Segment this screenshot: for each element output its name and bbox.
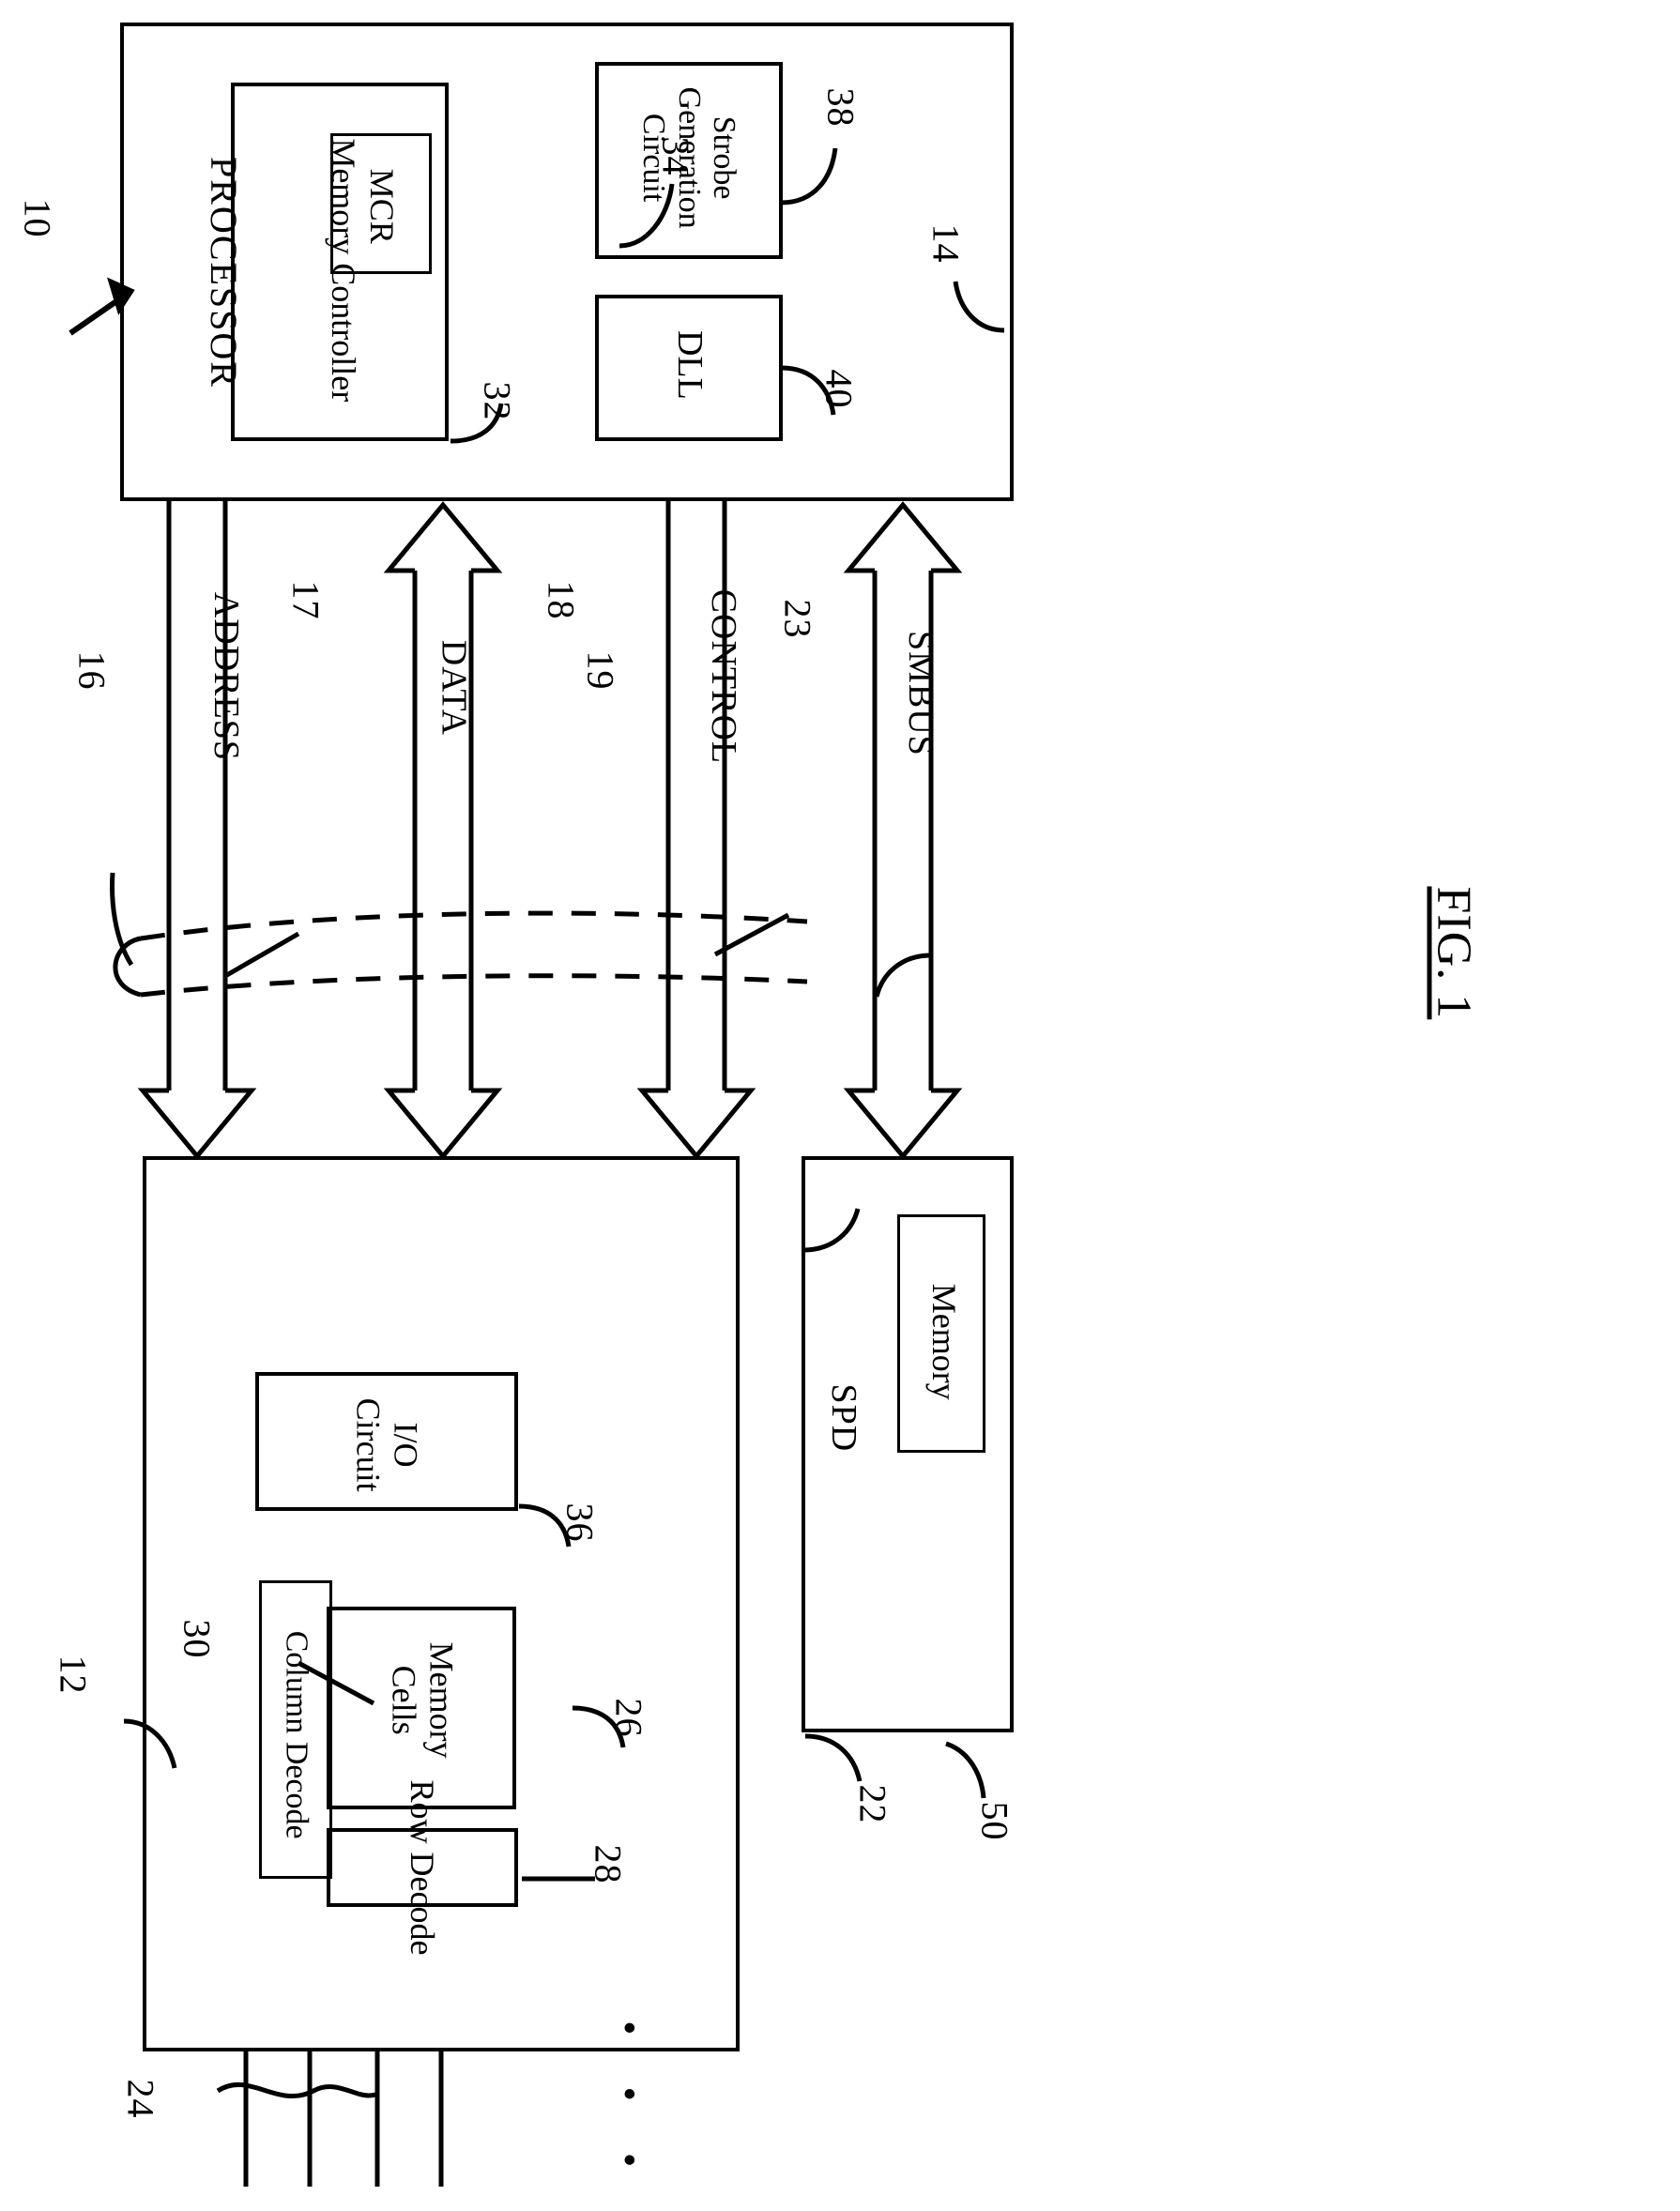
ref-26: 26 <box>607 1698 650 1738</box>
memory-device-ellipsis: • • • <box>606 2020 653 2188</box>
spd-label: SPD <box>823 1383 863 1453</box>
patent-figure-sheet: PROCESSOR 14 10 Memory Controller 32 MCR… <box>0 0 1680 2211</box>
ref-18: 18 <box>540 580 583 620</box>
ref-32: 32 <box>476 381 519 421</box>
mcr-label: MCR <box>362 168 401 244</box>
dll-label: DLL <box>669 329 710 400</box>
ref-36: 36 <box>558 1502 602 1543</box>
ref-10: 10 <box>16 198 59 238</box>
ref-12: 12 <box>52 1654 95 1695</box>
figure-title: FIG. 1 <box>1427 886 1481 1020</box>
ref-22: 22 <box>851 1784 894 1824</box>
ref-40: 40 <box>817 369 861 409</box>
column-decode-label: Column Decode <box>279 1630 314 1839</box>
ref-14: 14 <box>924 223 968 264</box>
ref-17: 17 <box>284 580 328 620</box>
smbus-label: SMBUS <box>900 630 940 756</box>
strobe-generation-circuit-label: Strobe Generation Circuit <box>636 86 742 229</box>
data-bus-label: DATA <box>434 639 474 737</box>
spd-memory-label: Memory <box>924 1283 963 1400</box>
ref-28: 28 <box>587 1844 630 1884</box>
address-bus-label: ADDRESS <box>206 591 246 761</box>
ref-30: 30 <box>176 1619 219 1659</box>
io-circuit-label: I/O Circuit <box>350 1397 425 1492</box>
row-decode-label: Row Decode <box>404 1779 441 1956</box>
ref-23: 23 <box>776 599 819 639</box>
ref-24: 24 <box>119 2079 162 2119</box>
ref-50: 50 <box>973 1801 1016 1841</box>
ref-38: 38 <box>819 87 863 128</box>
ref-16: 16 <box>70 650 114 691</box>
ref-19: 19 <box>579 650 622 691</box>
memory-cells-label: Memory Cells <box>386 1641 461 1759</box>
control-bus-label: CONTROL <box>703 588 743 765</box>
